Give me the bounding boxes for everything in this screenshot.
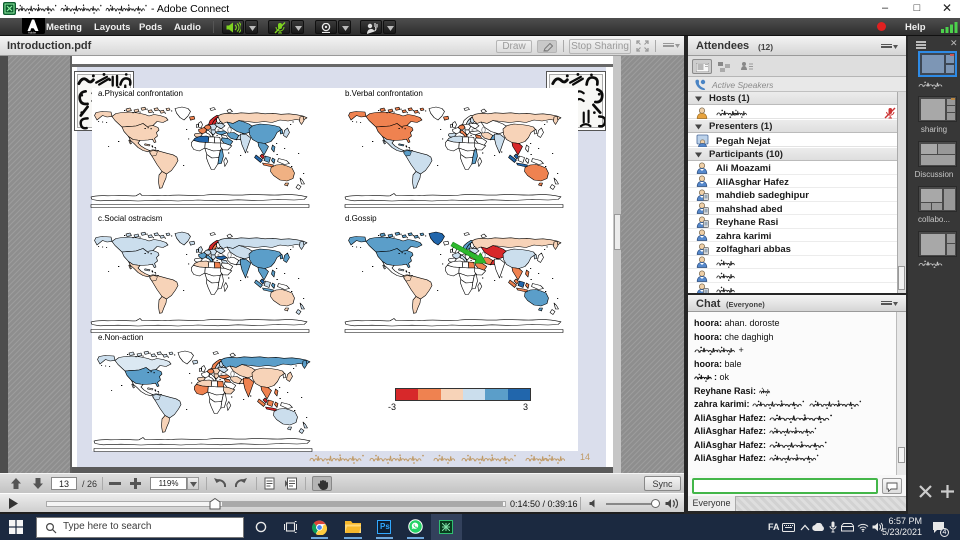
svg-text:Adobe: Adobe bbox=[28, 31, 37, 35]
